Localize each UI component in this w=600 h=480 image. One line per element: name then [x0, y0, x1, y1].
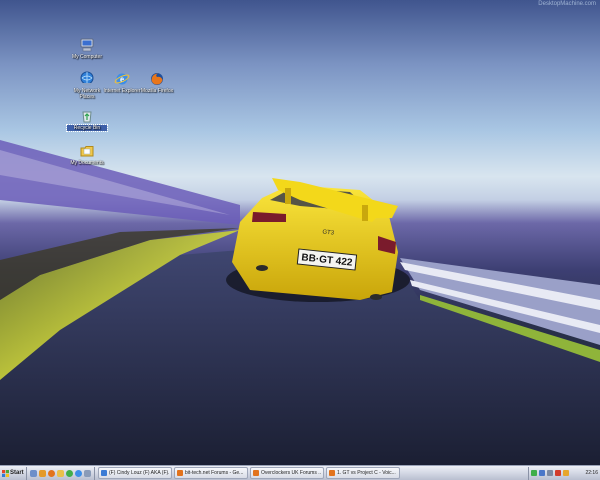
volume-tray-icon[interactable]: [547, 470, 553, 476]
desktop-icon-internet-explorer[interactable]: e Internet Explorer: [102, 71, 142, 94]
task-label: (F) Cindy Louz (F) AKA (F)...: [109, 470, 169, 476]
wallpaper-watermark: DesktopMachine.com: [538, 1, 596, 7]
messenger-icon[interactable]: [66, 469, 73, 477]
start-label: Start: [10, 470, 24, 476]
task-button-messenger[interactable]: (F) Cindy Louz (F) AKA (F)...: [98, 467, 172, 479]
car: BB·GT 422 GT3: [226, 178, 410, 302]
task-label: Overclockers UK Forums ...: [261, 470, 321, 476]
update-tray-icon[interactable]: [563, 470, 569, 476]
windows-logo-icon: [2, 469, 9, 477]
task-list: (F) Cindy Louz (F) AKA (F)... bit-tech.n…: [95, 467, 400, 479]
desktop-icon-label: Recycle Bin: [66, 124, 108, 132]
firefox-icon: [177, 470, 183, 476]
internet-explorer-icon: e: [114, 73, 130, 85]
desktop-icon-recycle-bin[interactable]: Recycle Bin: [66, 108, 108, 132]
desktop-icon-label: My Documents: [70, 160, 104, 166]
desktop-icon-label: Internet Explorer: [103, 88, 141, 94]
firefox-icon[interactable]: [48, 469, 55, 477]
antivirus-tray-icon[interactable]: [555, 470, 561, 476]
network-places-icon: [80, 71, 94, 86]
taskbar: Start (F) Cindy Louz (F) AKA (F)... bit-…: [0, 465, 600, 480]
ie-icon[interactable]: [75, 469, 82, 477]
task-button-overclockers[interactable]: Overclockers UK Forums ...: [250, 467, 324, 479]
folder-icon[interactable]: [57, 469, 64, 477]
messenger-tray-icon[interactable]: [531, 470, 537, 476]
system-tray: 22:16: [528, 466, 600, 480]
recycle-bin-icon: [82, 111, 92, 123]
desktop-icon-label: Mozilla Firefox: [140, 88, 174, 94]
quick-launch: [27, 466, 95, 480]
desktop-icon-label: My Computer: [71, 54, 102, 60]
wallpaper-porsche-gt3: BB·GT 422 GT3: [0, 140, 600, 465]
search-icon[interactable]: [84, 469, 91, 477]
clock[interactable]: 22:16: [585, 470, 598, 476]
messenger-icon: [101, 470, 107, 476]
gt3-badge: GT3: [322, 229, 335, 236]
start-button[interactable]: Start: [0, 466, 27, 480]
my-documents-icon: [80, 146, 94, 157]
network-tray-icon[interactable]: [539, 470, 545, 476]
task-label: bit-tech.net Forums - Ge...: [185, 470, 244, 476]
task-button-bit-tech[interactable]: bit-tech.net Forums - Ge...: [174, 467, 248, 479]
desktop-icon-firefox[interactable]: Mozilla Firefox: [137, 71, 177, 94]
firefox-icon: [329, 470, 335, 476]
task-button-gt-vs-project-c[interactable]: 1. GT vs Project C - Voic...: [326, 467, 400, 479]
firefox-icon: [253, 470, 259, 476]
desktop-icon-my-computer[interactable]: My Computer: [67, 37, 107, 60]
desktop-icon-label: My Network Places: [73, 88, 101, 100]
media-player-icon[interactable]: [39, 469, 46, 477]
task-label: 1. GT vs Project C - Voic...: [337, 470, 396, 476]
desktop-icon-network-places[interactable]: My Network Places: [67, 71, 107, 100]
firefox-icon: [151, 73, 163, 85]
show-desktop-icon[interactable]: [30, 469, 37, 477]
desktop-icon-my-documents[interactable]: My Documents: [67, 143, 107, 166]
desktop[interactable]: BB·GT 422 GT3 DesktopMachine.com My Comp…: [0, 0, 600, 465]
my-computer-icon: [80, 38, 94, 52]
